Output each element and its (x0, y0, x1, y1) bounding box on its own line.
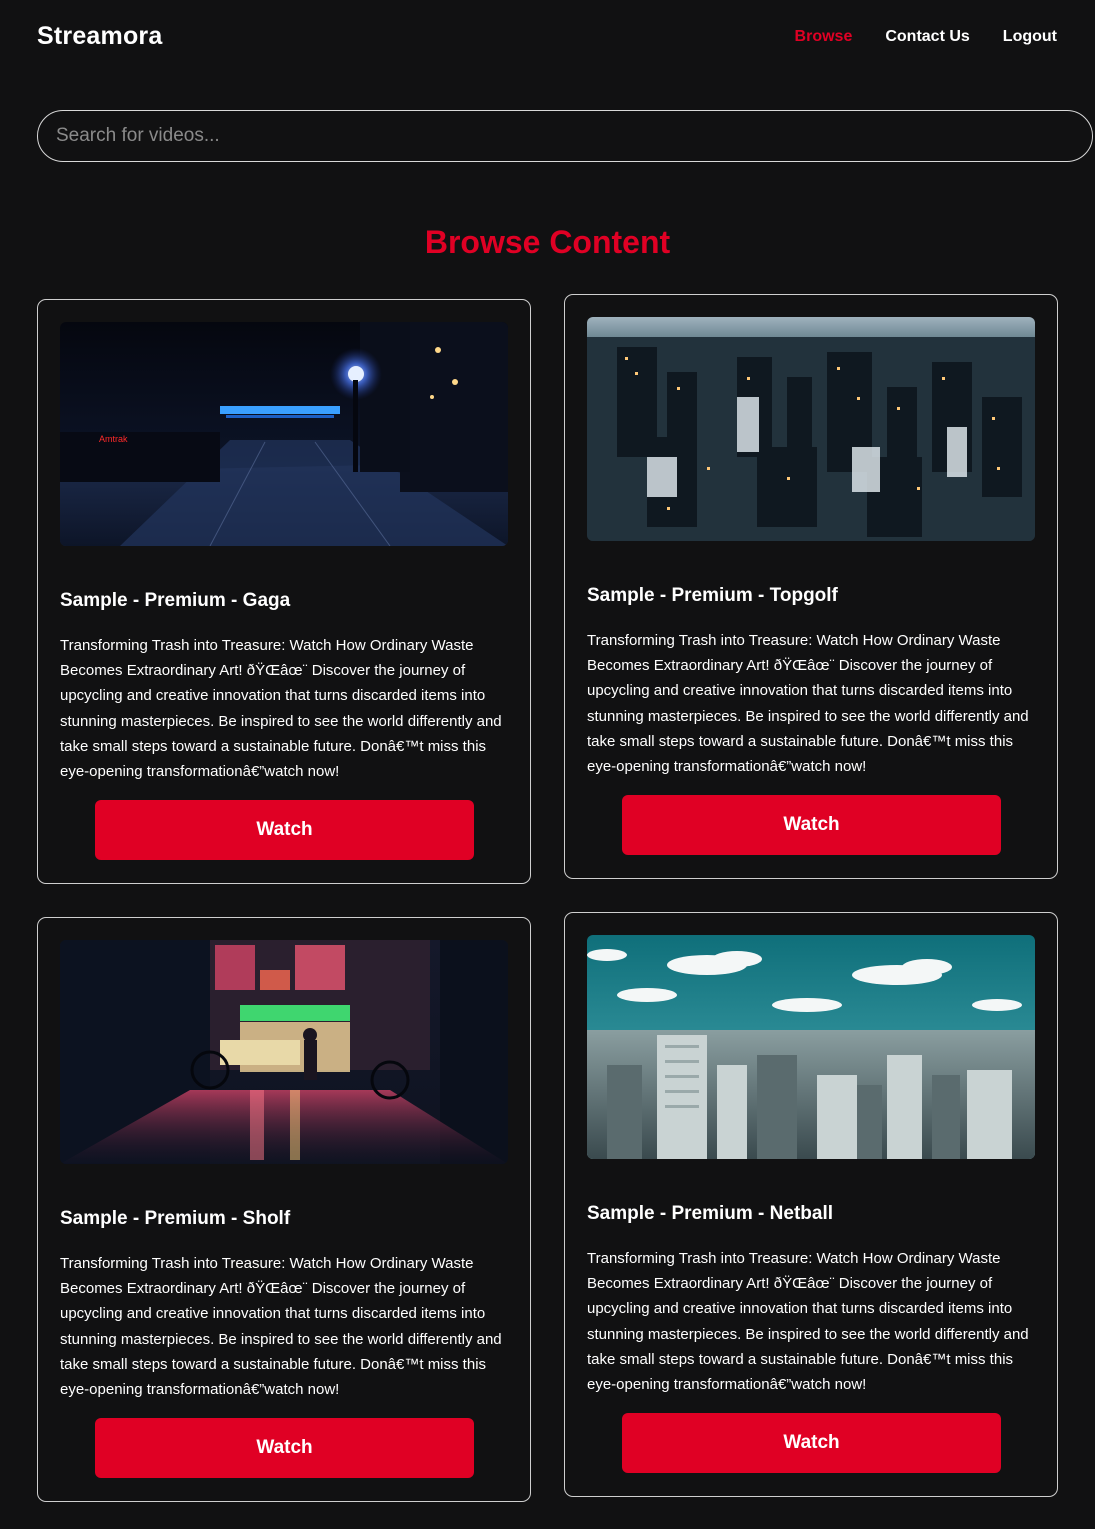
city-aerial-image (587, 317, 1035, 541)
video-description: Transforming Trash into Treasure: Watch … (60, 637, 502, 781)
brand-logo[interactable]: Streamora (37, 22, 162, 51)
city-skyline-image (587, 935, 1035, 1159)
watch-button[interactable]: Watch (622, 795, 1001, 855)
video-title: Sample - Premium - Topgolf (587, 585, 838, 606)
page: Streamora Browse Contact Us Logout Brows… (0, 0, 1095, 1529)
video-thumbnail[interactable] (587, 935, 1035, 1159)
video-description: Transforming Trash into Treasure: Watch … (60, 1255, 502, 1399)
video-thumbnail[interactable]: Amtrak (60, 322, 508, 546)
nav-logout-link[interactable]: Logout (1003, 28, 1057, 46)
top-nav: Browse Contact Us Logout (795, 28, 1057, 46)
video-card-sholf: Sample - Premium - Sholf Transforming Tr… (37, 917, 531, 1502)
nav-browse-link[interactable]: Browse (795, 28, 853, 46)
night-street-image: Amtrak (60, 322, 508, 546)
video-title: Sample - Premium - Sholf (60, 1208, 291, 1229)
watch-button[interactable]: Watch (95, 800, 474, 860)
video-description: Transforming Trash into Treasure: Watch … (587, 1250, 1029, 1394)
video-thumbnail[interactable] (60, 940, 508, 1164)
thumb-sign-text: Amtrak (99, 434, 128, 444)
video-title: Sample - Premium - Netball (587, 1203, 834, 1224)
neon-street-image (60, 940, 508, 1164)
section-title: Browse Content (424, 224, 671, 260)
nav-contact-link[interactable]: Contact Us (885, 28, 969, 46)
video-card-netball: Sample - Premium - Netball Transforming … (564, 912, 1058, 1497)
watch-button[interactable]: Watch (95, 1418, 474, 1478)
watch-button[interactable]: Watch (622, 1413, 1001, 1473)
search-box (37, 110, 1093, 162)
video-thumbnail[interactable] (587, 317, 1035, 541)
video-description: Transforming Trash into Treasure: Watch … (587, 632, 1029, 776)
video-card-topgolf: Sample - Premium - Topgolf Transforming … (564, 294, 1058, 879)
search-input[interactable] (38, 111, 1092, 161)
video-card-gaga: Amtrak Sample - Premium - Gaga Transform… (37, 299, 531, 884)
video-title: Sample - Premium - Gaga (60, 590, 291, 611)
